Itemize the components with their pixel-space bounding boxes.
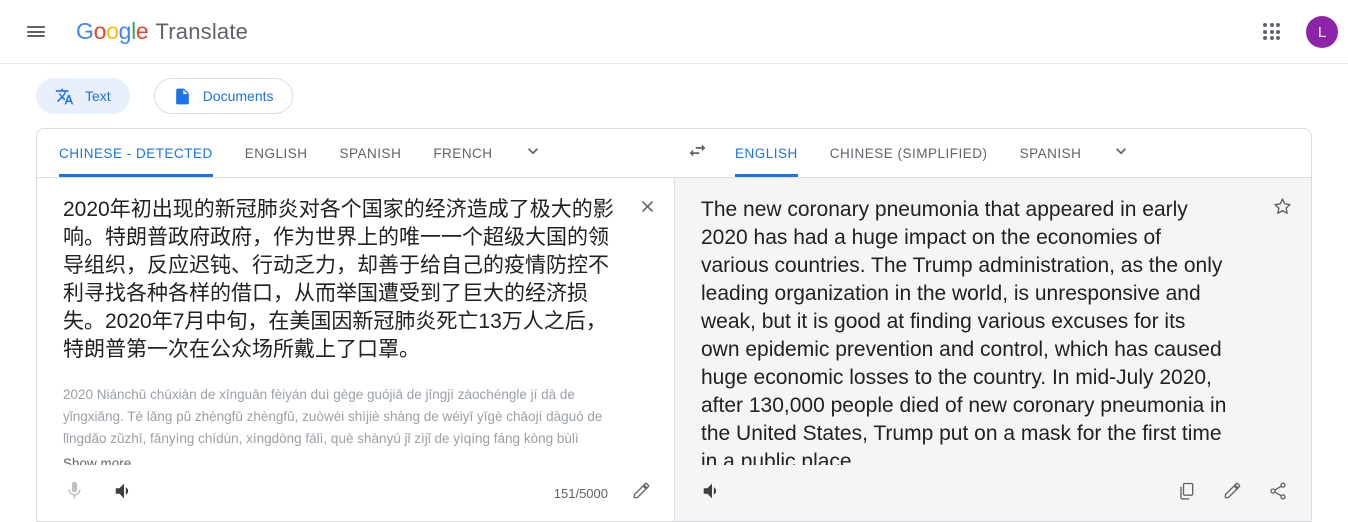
target-footer-left bbox=[693, 474, 731, 512]
google-apps-button[interactable] bbox=[1252, 12, 1292, 52]
tab-text-label: Text bbox=[85, 88, 111, 104]
hamburger-menu-icon bbox=[27, 24, 45, 40]
save-translation-button[interactable] bbox=[1265, 192, 1299, 226]
pencil-icon bbox=[1223, 481, 1242, 505]
target-panel-footer bbox=[675, 465, 1311, 521]
app-header: Google Translate L bbox=[0, 0, 1348, 64]
source-text-input[interactable]: 2020年初出现的新冠肺炎对各个国家的经济造成了极大的影响。特朗普政府政府，作为… bbox=[63, 196, 652, 364]
share-icon bbox=[1268, 481, 1288, 506]
target-language-tabs: ENGLISH CHINESE (SIMPLIFIED) SPANISH bbox=[719, 129, 1311, 177]
source-panel-footer: 151/5000 bbox=[37, 465, 674, 521]
source-edit-button[interactable] bbox=[622, 474, 660, 512]
mode-tab-bar: Text Documents bbox=[0, 64, 1348, 128]
avatar[interactable]: L bbox=[1306, 16, 1338, 48]
google-translate-logo[interactable]: Google Translate bbox=[76, 18, 248, 45]
source-more-languages-button[interactable] bbox=[509, 129, 557, 177]
logo-letter-e: e bbox=[135, 18, 149, 44]
source-lang-tab-french[interactable]: FRENCH bbox=[417, 129, 508, 177]
speaker-icon bbox=[113, 480, 135, 507]
translated-text: The new coronary pneumonia that appeared… bbox=[701, 198, 1233, 465]
translate-text-icon bbox=[55, 87, 74, 106]
tab-documents-label: Documents bbox=[202, 88, 274, 104]
language-selector-bar: CHINESE - DETECTED ENGLISH SPANISH FRENC… bbox=[37, 129, 1311, 178]
source-footer-right: 151/5000 bbox=[554, 474, 660, 512]
brand-product-name: Translate bbox=[155, 19, 249, 44]
target-more-languages-button[interactable] bbox=[1097, 129, 1145, 177]
target-footer-right bbox=[1167, 474, 1297, 512]
target-panel: The new coronary pneumonia that appeared… bbox=[675, 178, 1311, 521]
target-lang-tab-chinese-simplified[interactable]: CHINESE (SIMPLIFIED) bbox=[814, 129, 1004, 177]
logo-letter-o1: o bbox=[93, 18, 107, 44]
google-wordmark: Google bbox=[76, 18, 149, 45]
target-lang-tab-english[interactable]: ENGLISH bbox=[719, 129, 814, 177]
close-icon bbox=[638, 197, 657, 221]
source-footer-left bbox=[55, 474, 143, 512]
share-translation-button[interactable] bbox=[1259, 474, 1297, 512]
translate-card: CHINESE - DETECTED ENGLISH SPANISH FRENC… bbox=[36, 128, 1312, 522]
hamburger-menu-button[interactable] bbox=[12, 8, 60, 56]
show-more-link[interactable]: Show more bbox=[63, 456, 131, 465]
target-panel-body: The new coronary pneumonia that appeared… bbox=[675, 178, 1311, 465]
source-lang-tab-spanish[interactable]: SPANISH bbox=[324, 129, 418, 177]
pencil-icon bbox=[632, 481, 651, 505]
swap-languages-icon bbox=[687, 140, 708, 166]
logo-letter-g2: g bbox=[118, 18, 132, 44]
microphone-icon bbox=[64, 480, 85, 506]
source-panel: 2020年初出现的新冠肺炎对各个国家的经济造成了极大的影响。特朗普政府政府，作为… bbox=[37, 178, 675, 521]
tab-documents[interactable]: Documents bbox=[153, 78, 293, 114]
speaker-icon bbox=[701, 480, 723, 507]
apps-grid-icon bbox=[1263, 23, 1281, 41]
clear-source-button[interactable] bbox=[630, 192, 664, 226]
source-lang-tab-english[interactable]: ENGLISH bbox=[229, 129, 324, 177]
source-language-tabs: CHINESE - DETECTED ENGLISH SPANISH FRENC… bbox=[37, 129, 675, 177]
source-panel-body: 2020年初出现的新冠肺炎对各个国家的经济造成了极大的影响。特朗普政府政府，作为… bbox=[37, 178, 674, 465]
logo-letter-o2: o bbox=[106, 18, 119, 44]
character-counter: 151/5000 bbox=[553, 485, 608, 501]
star-outline-icon bbox=[1272, 196, 1293, 222]
chevron-down-icon bbox=[1111, 141, 1131, 166]
copy-translation-button[interactable] bbox=[1167, 474, 1205, 512]
translate-card-wrapper: CHINESE - DETECTED ENGLISH SPANISH FRENC… bbox=[0, 128, 1348, 522]
logo-letter-g1: G bbox=[76, 18, 94, 44]
tab-text[interactable]: Text bbox=[36, 78, 130, 114]
document-icon bbox=[173, 87, 192, 106]
target-listen-button[interactable] bbox=[693, 474, 731, 512]
source-listen-button[interactable] bbox=[105, 474, 143, 512]
microphone-button[interactable] bbox=[55, 474, 93, 512]
translation-panels: 2020年初出现的新冠肺炎对各个国家的经济造成了极大的影响。特朗普政府政府，作为… bbox=[37, 178, 1311, 521]
header-actions: L bbox=[1252, 0, 1338, 64]
chevron-down-icon bbox=[523, 141, 543, 166]
target-lang-tab-spanish[interactable]: SPANISH bbox=[1004, 129, 1098, 177]
swap-languages-button[interactable] bbox=[675, 129, 719, 177]
copy-icon bbox=[1176, 481, 1196, 506]
source-romanization: 2020 Niánchū chūxiàn de xīnguān fèiyán d… bbox=[63, 387, 607, 446]
target-edit-button[interactable] bbox=[1213, 474, 1251, 512]
source-lang-tab-chinese-detected[interactable]: CHINESE - DETECTED bbox=[37, 129, 229, 177]
